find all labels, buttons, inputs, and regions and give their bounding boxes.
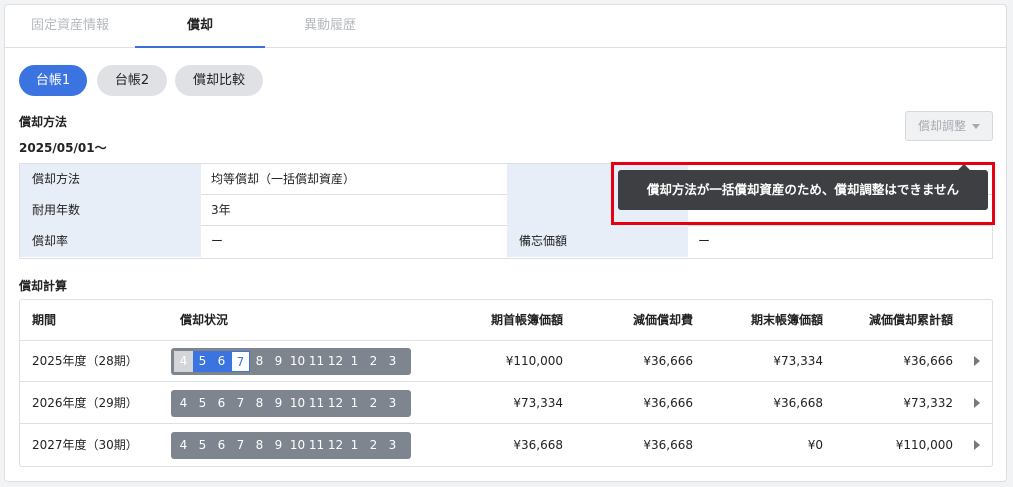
table-row[interactable]: 2026年度（29期） 4 5 6 7 8 9 10 11 12 1 2 3 ¥73,334 ¥36,…	[20, 383, 992, 424]
row-opening: ¥73,334	[513, 396, 563, 410]
method-section-title: 償却方法	[19, 115, 68, 129]
month-cell: 8	[255, 438, 264, 452]
month-cell: 4	[179, 396, 188, 410]
month-cell: 2	[369, 438, 378, 452]
month-cell: 5	[198, 438, 207, 452]
row-accumulated: ¥73,332	[903, 396, 953, 410]
month-cell: 6	[212, 351, 231, 372]
tooltip-highlight-box	[611, 162, 995, 225]
month-cell: 3	[388, 354, 397, 368]
row-expand-button[interactable]	[974, 425, 986, 466]
table-row[interactable]: 2027年度（30期） 4 5 6 7 8 9 10 11 12 1 2 3 ¥36,668 ¥36,…	[20, 425, 992, 466]
info-label: 備忘価額	[507, 226, 688, 257]
month-cell: 9	[274, 438, 283, 452]
row-accumulated: ¥110,000	[895, 438, 953, 452]
row-period: 2026年度（29期）	[32, 396, 138, 410]
month-cell: 10	[289, 354, 306, 368]
header-closing: 期末帳簿価額	[750, 313, 823, 327]
chevron-right-icon	[974, 355, 980, 366]
month-cell: 12	[327, 396, 344, 410]
info-value: 3年	[211, 203, 231, 217]
month-cell: 8	[255, 354, 264, 368]
adjust-button-label: 償却調整	[917, 119, 966, 133]
month-strip: 4 5 6 7 8 9 10 11 12 1 2 3	[171, 348, 411, 375]
depreciation-compare-button[interactable]: 償却比較	[175, 65, 263, 96]
month-strip: 4 5 6 7 8 9 10 11 12 1 2 3	[171, 390, 411, 417]
month-cell: 11	[308, 438, 325, 452]
row-closing: ¥73,334	[773, 354, 823, 368]
month-cell: 4	[174, 351, 193, 372]
table-row[interactable]: 2025年度（28期） 4 5 6 7 8 9 10 11 12 1 2 3 ¥110,000 ¥36…	[20, 341, 992, 382]
month-cell: 7	[231, 351, 250, 372]
chevron-right-icon	[974, 439, 980, 450]
row-expand-button[interactable]	[974, 341, 986, 382]
month-cell: 11	[308, 354, 325, 368]
info-value: ー	[698, 234, 711, 248]
row-period: 2025年度（28期）	[32, 354, 138, 368]
depreciation-calc-table: 期間 償却状況 期首帳簿価額 減価償却費 期末帳簿価額 減価償却累計額 2025…	[19, 299, 993, 467]
method-start-date: 2025/05/01〜	[19, 141, 107, 155]
month-cell: 7	[236, 438, 245, 452]
month-cell: 5	[198, 396, 207, 410]
info-value: 均等償却（一括償却資産）	[211, 172, 356, 186]
chevron-right-icon	[974, 397, 980, 408]
month-cell: 12	[327, 354, 344, 368]
month-cell: 9	[274, 396, 283, 410]
depreciation-adjust-button[interactable]: 償却調整	[905, 111, 993, 141]
calc-section-title: 償却計算	[19, 279, 68, 293]
month-cell: 1	[350, 438, 359, 452]
month-cell: 6	[217, 438, 226, 452]
month-cell: 3	[388, 396, 397, 410]
month-cell: 5	[193, 351, 212, 372]
month-cell: 7	[236, 396, 245, 410]
calc-table-header: 期間 償却状況 期首帳簿価額 減価償却費 期末帳簿価額 減価償却累計額	[20, 300, 992, 341]
row-expand-button[interactable]	[974, 383, 986, 424]
month-strip: 4 5 6 7 8 9 10 11 12 1 2 3	[171, 432, 411, 459]
tab-depreciation[interactable]: 償却	[135, 5, 265, 48]
tab-fixed-asset-info[interactable]: 固定資産情報	[5, 5, 135, 48]
info-label: 償却率	[20, 226, 201, 257]
month-cell: 1	[350, 354, 359, 368]
month-cell: 2	[369, 396, 378, 410]
month-cell: 11	[308, 396, 325, 410]
tab-change-history[interactable]: 異動履歴	[265, 5, 395, 48]
row-closing: ¥36,668	[773, 396, 823, 410]
row-depreciation: ¥36,666	[643, 396, 693, 410]
tab-bar: 固定資産情報 償却 異動履歴	[5, 5, 1006, 48]
month-cell: 2	[369, 354, 378, 368]
month-cell: 8	[255, 396, 264, 410]
month-cell: 10	[289, 396, 306, 410]
header-period: 期間	[32, 313, 57, 327]
info-label: 償却方法	[20, 164, 201, 195]
month-cell: 9	[274, 354, 283, 368]
row-depreciation: ¥36,668	[643, 438, 693, 452]
header-opening: 期首帳簿価額	[490, 313, 563, 327]
header-status: 償却状況	[180, 313, 229, 327]
row-opening: ¥110,000	[505, 354, 563, 368]
ledger-1-button[interactable]: 台帳1	[19, 65, 87, 96]
asset-detail-card: 固定資産情報 償却 異動履歴 台帳1 台帳2 償却比較 償却方法 2025/05…	[4, 4, 1007, 482]
row-opening: ¥36,668	[513, 438, 563, 452]
caret-down-icon	[972, 124, 980, 129]
ledger-2-button[interactable]: 台帳2	[97, 65, 167, 96]
row-accumulated: ¥36,666	[903, 354, 953, 368]
month-cell: 1	[350, 396, 359, 410]
row-closing: ¥0	[807, 438, 823, 452]
info-row: 償却率 ー 備忘価額 ー	[20, 226, 992, 257]
row-period: 2027年度（30期）	[32, 438, 138, 452]
header-accumulated: 減価償却累計額	[868, 313, 953, 327]
month-cell: 6	[217, 396, 226, 410]
month-cell: 4	[179, 438, 188, 452]
header-depreciation: 減価償却費	[632, 313, 693, 327]
info-value: ー	[211, 234, 224, 248]
month-cell: 3	[388, 438, 397, 452]
month-cell: 10	[289, 438, 306, 452]
row-depreciation: ¥36,666	[643, 354, 693, 368]
month-cell: 12	[327, 438, 344, 452]
info-label: 耐用年数	[20, 195, 201, 226]
